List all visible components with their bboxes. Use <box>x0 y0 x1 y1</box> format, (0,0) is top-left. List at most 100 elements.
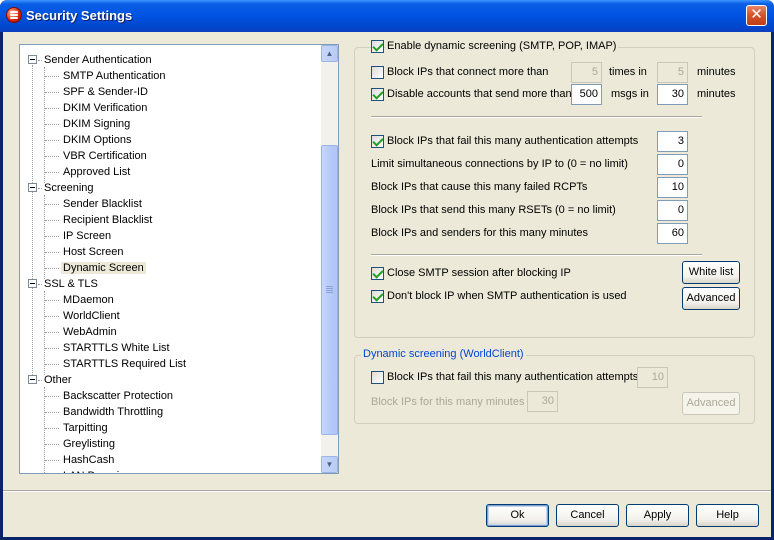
ok-button[interactable]: Ok <box>486 504 549 527</box>
close-session-label: Close SMTP session after blocking IP <box>387 267 571 279</box>
tree-connector <box>45 108 59 109</box>
white-list-button[interactable]: White list <box>682 261 740 284</box>
help-button[interactable]: Help <box>696 504 759 527</box>
failed-rcpts-label: Block IPs that cause this many failed RC… <box>371 181 588 193</box>
scroll-down-arrow-icon[interactable]: ▼ <box>321 456 338 473</box>
failed-rcpts-field[interactable]: 10 <box>657 177 688 198</box>
tree-item[interactable]: Sender Blacklist <box>61 196 144 212</box>
tree-item-label: DKIM Verification <box>63 102 148 114</box>
tree-item[interactable]: DKIM Verification <box>61 100 149 116</box>
separator <box>371 116 702 118</box>
apply-button[interactable]: Apply <box>626 504 689 527</box>
dont-block-auth-label: Don't block IP when SMTP authentication … <box>387 290 627 302</box>
tree-connector <box>45 124 59 125</box>
wc-block-minutes-field[interactable]: 30 <box>527 391 558 412</box>
advanced-button[interactable]: Advanced <box>682 287 740 310</box>
block-connect-checkbox[interactable] <box>371 66 384 79</box>
wc-block-auth-checkbox[interactable] <box>371 371 384 384</box>
tree-item[interactable]: DKIM Signing <box>61 116 132 132</box>
tree-item[interactable]: STARTTLS Required List <box>61 356 188 372</box>
enable-dynamic-screening-checkbox[interactable] <box>371 40 384 53</box>
tree-item[interactable]: Dynamic Screen <box>61 260 146 276</box>
disable-accounts-minutes-field[interactable]: 30 <box>657 84 688 105</box>
scroll-up-arrow-icon[interactable]: ▲ <box>321 45 338 62</box>
collapse-minus-icon[interactable] <box>28 279 37 288</box>
tree-item[interactable]: SPF & Sender-ID <box>61 84 150 100</box>
tree-item[interactable]: Host Screen <box>61 244 126 260</box>
tree-item-label: STARTTLS Required List <box>63 358 187 370</box>
tree-connector <box>44 67 45 183</box>
collapse-minus-icon[interactable] <box>28 55 37 64</box>
block-connect-count-field[interactable]: 5 <box>571 62 602 83</box>
tree-item[interactable]: DKIM Options <box>61 132 133 148</box>
collapse-minus-icon[interactable] <box>28 375 37 384</box>
block-auth-fail-checkbox[interactable] <box>371 135 384 148</box>
tree-scrollbar[interactable]: ▲ ▼ <box>321 45 338 473</box>
tree-category[interactable]: Sender Authentication <box>42 52 154 68</box>
tree-item[interactable]: Greylisting <box>61 436 117 452</box>
disable-accounts-checkbox[interactable] <box>371 88 384 101</box>
tree-connector <box>44 195 45 279</box>
tree-category[interactable]: Screening <box>42 180 96 196</box>
block-connect-minutes-field[interactable]: 5 <box>657 62 688 83</box>
tree-item-label: WebAdmin <box>63 326 117 338</box>
tree-connector <box>44 291 45 375</box>
tree-item-label: Other <box>44 374 72 386</box>
tree-connector <box>45 220 59 221</box>
tree-connector <box>45 444 59 445</box>
minutes-label: minutes <box>697 66 736 78</box>
rsets-field[interactable]: 0 <box>657 200 688 221</box>
tree-item-label: Recipient Blacklist <box>63 214 153 226</box>
tree-item[interactable]: WebAdmin <box>61 324 119 340</box>
rsets-label: Block IPs that send this many RSETs (0 =… <box>371 204 616 216</box>
dont-block-auth-checkbox[interactable] <box>371 290 384 303</box>
tree-item-label: MDaemon <box>63 294 114 306</box>
collapse-minus-icon[interactable] <box>28 183 37 192</box>
tree-item-label: Sender Authentication <box>44 54 152 66</box>
block-auth-fail-field[interactable]: 3 <box>657 131 688 152</box>
mdaemon-app-icon <box>6 7 22 23</box>
security-settings-window: Security Settings ✕ Sender Authenticatio… <box>0 0 774 540</box>
tree-item[interactable]: LAN Domains <box>61 468 133 473</box>
tree-item-label: Sender Blacklist <box>63 198 142 210</box>
tree-connector <box>45 204 59 205</box>
tree-connector <box>38 60 42 61</box>
scroll-thumb[interactable] <box>321 145 338 435</box>
wc-advanced-button[interactable]: Advanced <box>682 392 740 415</box>
tree-item-label: Tarpitting <box>63 422 108 434</box>
tree-item[interactable]: Recipient Blacklist <box>61 212 154 228</box>
tree-item[interactable]: IP Screen <box>61 228 113 244</box>
tree-item-label: HashCash <box>63 454 115 466</box>
disable-accounts-label: Disable accounts that send more than <box>387 88 572 100</box>
tree-item[interactable]: Tarpitting <box>61 420 110 436</box>
times-in-label: times in <box>609 66 647 78</box>
settings-tree[interactable]: Sender Authentication SMTP Authentication… <box>19 44 339 474</box>
tree-item[interactable]: Bandwidth Throttling <box>61 404 165 420</box>
tree-item[interactable]: HashCash <box>61 452 116 468</box>
close-button[interactable]: ✕ <box>746 5 767 26</box>
tree-category[interactable]: Other <box>42 372 74 388</box>
tree-item[interactable]: SMTP Authentication <box>61 68 168 84</box>
tree-item[interactable]: MDaemon <box>61 292 116 308</box>
title-bar[interactable]: Security Settings ✕ <box>0 0 774 32</box>
tree-item-label: Bandwidth Throttling <box>63 406 164 418</box>
grip-line <box>326 288 333 289</box>
tree-item[interactable]: WorldClient <box>61 308 122 324</box>
tree-item[interactable]: Backscatter Protection <box>61 388 175 404</box>
wc-block-auth-field[interactable]: 10 <box>637 367 668 388</box>
tree-connector <box>45 140 59 141</box>
tree-item[interactable]: VBR Certification <box>61 148 149 164</box>
tree-item-label: LAN Domains <box>61 470 133 473</box>
tree-connector <box>45 412 59 413</box>
tree-item-label: DKIM Signing <box>63 118 131 130</box>
tree-item-label: DKIM Options <box>63 134 132 146</box>
grip-line <box>326 292 333 293</box>
cancel-button[interactable]: Cancel <box>556 504 619 527</box>
tree-item[interactable]: Approved List <box>61 164 132 180</box>
close-session-checkbox[interactable] <box>371 267 384 280</box>
block-minutes-field[interactable]: 60 <box>657 223 688 244</box>
disable-accounts-count-field[interactable]: 500 <box>571 84 602 105</box>
tree-item[interactable]: STARTTLS White List <box>61 340 172 356</box>
tree-category[interactable]: SSL & TLS <box>42 276 100 292</box>
limit-connections-field[interactable]: 0 <box>657 154 688 175</box>
